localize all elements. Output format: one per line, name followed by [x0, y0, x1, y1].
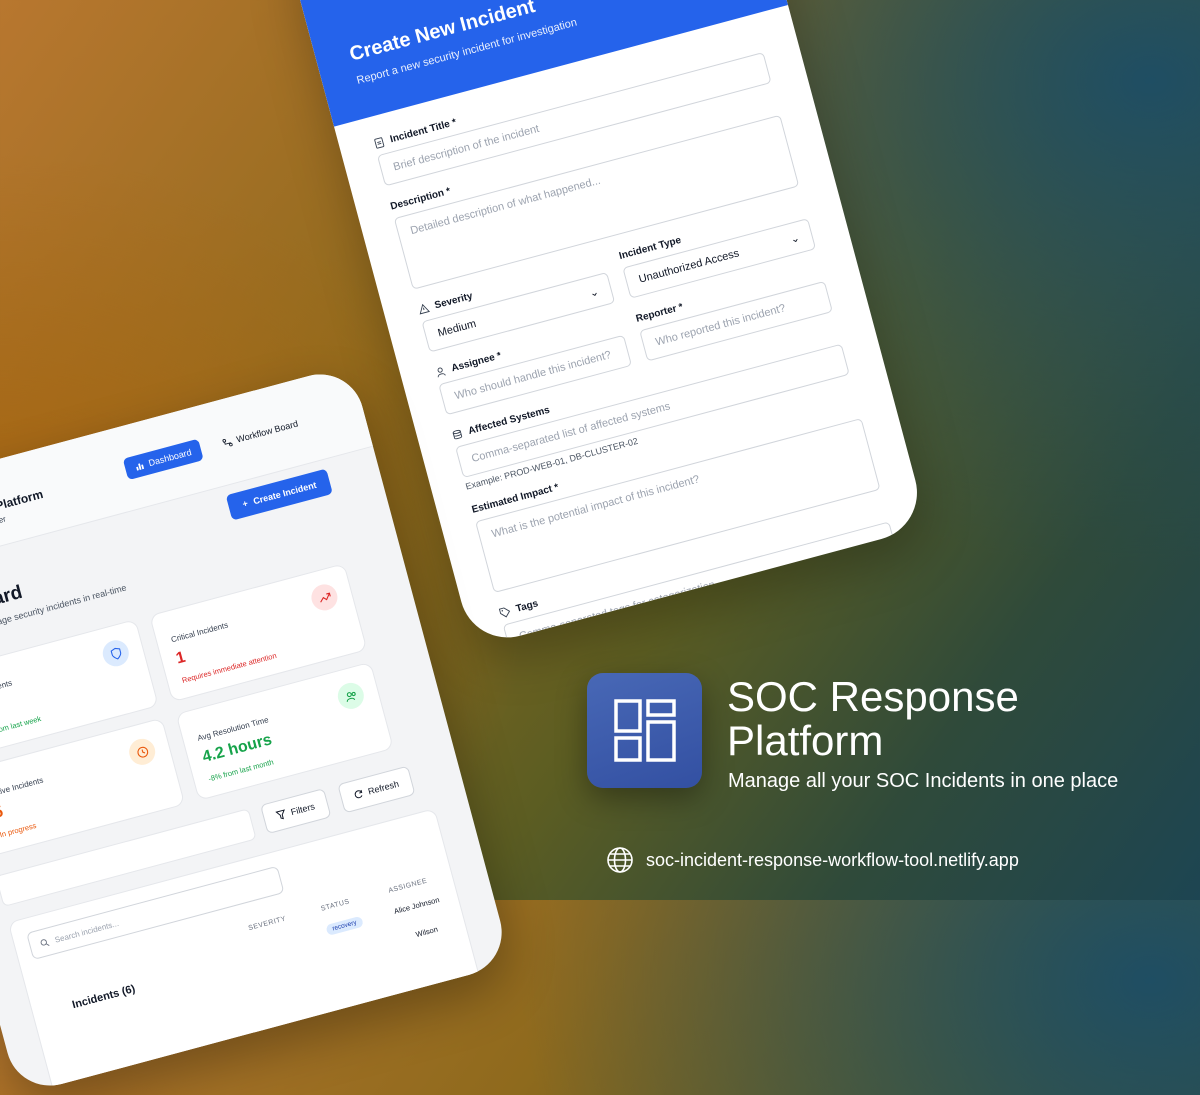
clock-icon	[126, 735, 159, 768]
brand: SOC Response Platform Security Operation…	[0, 487, 48, 548]
column-assignee: ASSIGNEE	[387, 877, 429, 895]
refresh-icon	[354, 789, 363, 799]
users-icon	[334, 679, 367, 712]
assignee-cell: Alice Johnson	[392, 895, 441, 916]
trending-up-icon	[308, 581, 341, 614]
nav-workflow-board[interactable]: Workflow Board	[214, 411, 306, 455]
user-icon	[437, 367, 446, 378]
incidents-heading: Incidents (6)	[70, 982, 137, 1012]
shield-icon	[99, 637, 132, 670]
plus-icon: +	[241, 498, 249, 510]
database-icon	[452, 429, 463, 440]
site-url[interactable]: soc-incident-response-workflow-tool.netl…	[646, 850, 1019, 871]
refresh-button[interactable]: Refresh	[337, 765, 416, 814]
chevron-down-icon: ⌄	[789, 231, 802, 246]
nav-dashboard[interactable]: Dashboard	[122, 438, 204, 481]
bar-chart-icon	[136, 462, 144, 471]
assignee-cell: Wilson	[414, 924, 439, 940]
search-icon	[40, 938, 50, 946]
app-logo	[587, 673, 702, 788]
form-body: Incident Title * Brief description of th…	[373, 36, 902, 649]
filters-button[interactable]: Filters	[260, 788, 332, 835]
workflow-icon	[222, 438, 233, 446]
app-tagline: Manage all your SOC Incidents in one pla…	[728, 770, 1119, 792]
tag-icon	[498, 607, 511, 618]
site-link[interactable]: soc-incident-response-workflow-tool.netl…	[606, 846, 1019, 874]
app-title: SOC Response Platform	[727, 673, 1019, 764]
alert-triangle-icon	[419, 303, 431, 315]
column-severity: SEVERITY	[247, 915, 287, 933]
globe-icon	[607, 847, 633, 873]
status-badge: recovery	[325, 915, 364, 936]
layout-dashboard-icon	[614, 699, 676, 762]
incidents-table: Search incidents... SEVERITY STATUS ASSI…	[7, 808, 487, 1095]
column-status: STATUS	[320, 898, 351, 913]
filter-icon	[275, 809, 285, 820]
document-icon	[374, 137, 385, 149]
chevron-down-icon: ⌄	[588, 285, 601, 300]
